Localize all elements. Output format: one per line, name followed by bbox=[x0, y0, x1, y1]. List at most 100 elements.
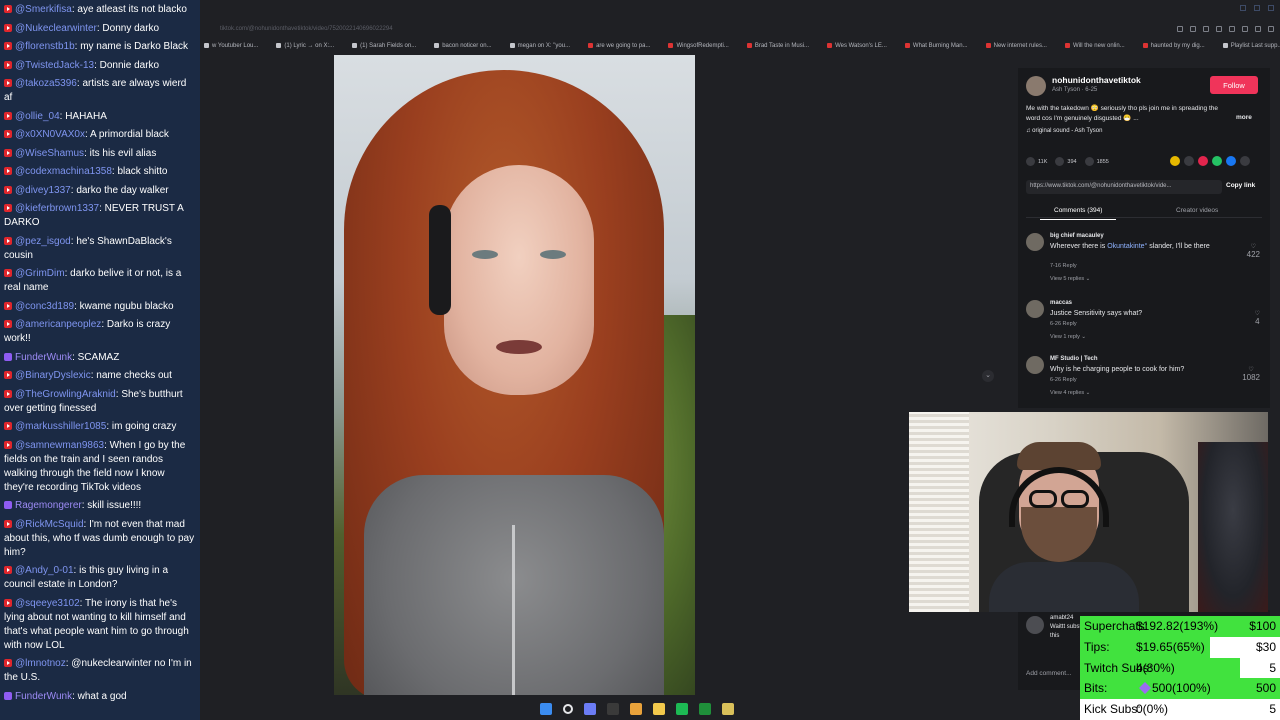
heart-icon[interactable] bbox=[1229, 26, 1235, 32]
comment-meta[interactable]: 6-26 Reply bbox=[1050, 377, 1077, 383]
shield-icon[interactable] bbox=[1203, 26, 1209, 32]
comment-mention[interactable]: Okuntakinte° bbox=[1107, 243, 1147, 250]
youtube-icon bbox=[4, 269, 12, 277]
add-comment-input[interactable]: Add comment... bbox=[1026, 670, 1086, 677]
follow-button[interactable]: Follow bbox=[1210, 76, 1258, 94]
youtube-icon bbox=[1142, 43, 1148, 48]
save-stat[interactable]: 1855 bbox=[1084, 157, 1109, 166]
bookmark-item[interactable]: are we going to pa... bbox=[588, 39, 650, 52]
bookmark-item[interactable]: New internet rules... bbox=[985, 39, 1047, 52]
view-replies-link[interactable]: View 4 replies ⌄ bbox=[1050, 390, 1090, 396]
commenter-name[interactable]: MF Studio | Tech bbox=[1050, 356, 1098, 362]
minimize-icon[interactable] bbox=[1240, 5, 1246, 11]
comment-meta[interactable]: 6-26 Reply bbox=[1050, 321, 1077, 327]
commenter-avatar[interactable] bbox=[1026, 300, 1044, 318]
chat-text: aye atleast its not blacko bbox=[77, 4, 187, 15]
x-icon bbox=[434, 43, 440, 48]
commenter-avatar[interactable] bbox=[1026, 233, 1044, 251]
comment-text-part: Wherever there is bbox=[1050, 243, 1108, 250]
files-icon[interactable] bbox=[653, 703, 665, 715]
goal-value: $192.82(193%) bbox=[1136, 616, 1218, 637]
chat-username: @x0XN0VAX0x bbox=[15, 129, 85, 140]
comment-text-part: Justice Sensitivity says what? bbox=[1050, 310, 1143, 317]
bookmark-item[interactable]: bacon noticer on... bbox=[434, 39, 492, 52]
comment-like-count: 1082 bbox=[1242, 373, 1260, 382]
chat-text: what a god bbox=[77, 690, 127, 702]
bookmark-item[interactable]: Playlist Last supp... bbox=[1222, 39, 1280, 52]
notes-icon[interactable] bbox=[722, 703, 734, 715]
profile-icon[interactable] bbox=[1242, 26, 1248, 32]
address-bar[interactable]: tiktok.com/@nohunidonthavetiktok/video/7… bbox=[200, 22, 1280, 36]
spotify-icon[interactable] bbox=[676, 703, 688, 715]
view-replies-link[interactable]: View 1 reply ⌄ bbox=[1050, 334, 1086, 340]
chat-message: Ragemongerer: skill issue!!!! bbox=[4, 499, 197, 513]
comment-tabs: Comments (394) Creator videos bbox=[1026, 202, 1262, 220]
send-icon[interactable] bbox=[1198, 156, 1208, 166]
chat-username: @TwistedJack-13 bbox=[15, 59, 95, 71]
youtube-icon bbox=[4, 111, 12, 120]
comment-meta[interactable]: 7-16 Reply bbox=[1050, 263, 1077, 269]
more-link[interactable]: more bbox=[1236, 114, 1252, 121]
comment-stat[interactable]: 394 bbox=[1055, 157, 1077, 166]
tab-creator-videos[interactable]: Creator videos bbox=[1176, 207, 1218, 214]
sound-link[interactable]: ♫ original sound - Ash Tyson bbox=[1026, 128, 1102, 134]
bookmark-item[interactable]: megan on X: "you... bbox=[509, 39, 570, 52]
windows-icon[interactable] bbox=[540, 703, 552, 715]
commenter-avatar[interactable] bbox=[1026, 356, 1044, 374]
view-replies-link[interactable]: View 5 replies ⌄ bbox=[1050, 276, 1090, 282]
creator-username[interactable]: nohunidonthavetiktok bbox=[1052, 75, 1141, 85]
facebook-icon[interactable] bbox=[1226, 156, 1236, 166]
bookmark-item[interactable]: Will the new onlin... bbox=[1064, 39, 1125, 52]
chat-username: FunderWunk bbox=[15, 351, 73, 363]
menu-icon[interactable] bbox=[1268, 26, 1274, 32]
chat-message: @americanpeoplez: Darko is crazy work!! bbox=[4, 319, 171, 344]
maximize-icon[interactable] bbox=[1254, 5, 1260, 11]
download-icon[interactable] bbox=[1255, 26, 1261, 32]
tiktok-video[interactable] bbox=[334, 55, 695, 695]
close-icon[interactable] bbox=[1268, 5, 1274, 11]
share-icon[interactable] bbox=[1240, 156, 1250, 166]
goal-value: $19.65(65%) bbox=[1136, 637, 1205, 658]
search-icon[interactable] bbox=[563, 704, 573, 714]
xbox-icon[interactable] bbox=[699, 703, 711, 715]
bookmark-label: w Youtuber Lou... bbox=[212, 42, 259, 49]
tiktok-info-panel: nohunidonthavetiktok Ash Tyson · 6-25 Fo… bbox=[1018, 68, 1270, 408]
bookmark-item[interactable]: Wes Watson's LE... bbox=[827, 39, 887, 52]
extension-icon[interactable] bbox=[1190, 26, 1196, 32]
bookmark-label: Wes Watson's LE... bbox=[835, 42, 887, 49]
bookmark-label: New internet rules... bbox=[993, 42, 1047, 49]
creator-avatar[interactable] bbox=[1026, 76, 1046, 96]
commenter-name[interactable]: maccas bbox=[1050, 300, 1072, 306]
copy-link-button[interactable]: Copy link bbox=[1226, 182, 1255, 189]
bookmark-item[interactable]: (1) Sarah Fields on... bbox=[352, 39, 416, 52]
bookmark-item[interactable]: Brad Taste in Musi... bbox=[746, 39, 809, 52]
commenter-name[interactable]: big chief macauley bbox=[1050, 233, 1104, 239]
like-stat[interactable]: 11K bbox=[1026, 157, 1047, 166]
chrome-icon[interactable] bbox=[630, 703, 642, 715]
bookmark-item[interactable]: (1) Lyric → on X:... bbox=[276, 39, 334, 52]
streamer-hair bbox=[1017, 442, 1101, 470]
comment-like[interactable]: ♡ 1082 bbox=[1242, 366, 1260, 382]
bookmark-icon[interactable] bbox=[1177, 26, 1183, 32]
chat-username: @GrimDim bbox=[15, 268, 65, 279]
engagement-stats: 11K 394 1855 bbox=[1026, 157, 1109, 166]
headphones bbox=[429, 205, 451, 315]
comment-like[interactable]: ♡ 4 bbox=[1255, 310, 1260, 326]
bookmark-item[interactable]: w Youtuber Lou... bbox=[204, 39, 258, 52]
bookmark-item[interactable]: WingsofRedempti... bbox=[668, 39, 729, 52]
embed-icon[interactable] bbox=[1184, 156, 1194, 166]
whatsapp-icon[interactable] bbox=[1212, 156, 1222, 166]
comment-like[interactable]: ♡ 422 bbox=[1247, 243, 1260, 259]
chat-message: @codexmachina1358: black shitto bbox=[4, 165, 197, 179]
tab-comments[interactable]: Comments (394) bbox=[1039, 207, 1117, 220]
bookmark-item[interactable]: What Burning Man... bbox=[904, 39, 968, 52]
video-link-field[interactable]: https://www.tiktok.com/@nohunidonthaveti… bbox=[1026, 180, 1222, 194]
discord-icon[interactable] bbox=[584, 703, 596, 715]
scroll-down-icon[interactable]: ⌄ bbox=[982, 370, 994, 382]
emoji-icon[interactable] bbox=[1170, 156, 1180, 166]
chat-message: @TheGrowlingAraknid: She's butthurt over… bbox=[4, 388, 183, 414]
obs-icon[interactable] bbox=[607, 703, 619, 715]
comment-like-count: 4 bbox=[1255, 317, 1260, 326]
bookmark-item[interactable]: haunted by my dig... bbox=[1142, 39, 1205, 52]
play-icon[interactable] bbox=[1216, 26, 1222, 32]
